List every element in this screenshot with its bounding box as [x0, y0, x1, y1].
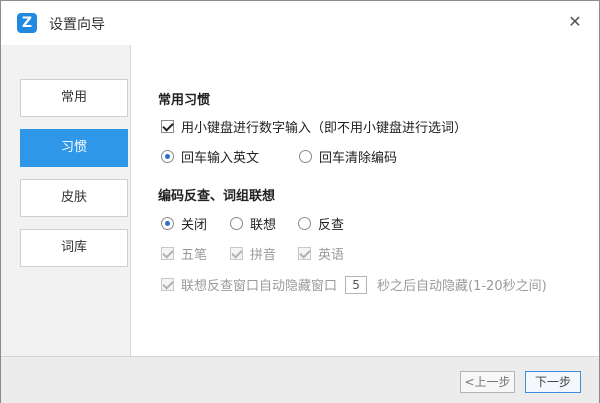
wubi-checkbox[interactable]: [161, 247, 174, 260]
english-row[interactable]: 英语: [298, 244, 344, 263]
pinyin-checkbox[interactable]: [230, 247, 243, 260]
sidebar-item-common[interactable]: 常用: [20, 79, 128, 117]
numpad-option-row[interactable]: 用小键盘进行数字输入（即不用小键盘进行选词）: [161, 117, 467, 136]
autohide-checkbox[interactable]: [161, 278, 174, 291]
autohide-row[interactable]: 联想反查窗口自动隐藏窗口 5 秒之后自动隐藏(1-20秒之间): [161, 275, 547, 294]
reverse-off-label: 关闭: [181, 218, 208, 233]
enter-english-label: 回车输入英文: [181, 151, 260, 166]
section-title-habits: 常用习惯: [158, 93, 211, 108]
wubi-label: 五笔: [181, 248, 208, 263]
sidebar-item-dictionary[interactable]: 词库: [20, 229, 128, 267]
sidebar: 常用 习惯 皮肤 词库: [1, 45, 131, 356]
wubi-row[interactable]: 五笔: [161, 244, 207, 263]
settings-wizard-window: Z 设置向导 ✕ 常用 习惯 皮肤 词库 常用习惯 用小键盘进行数字输入（即不用…: [0, 0, 600, 403]
enter-english-row[interactable]: 回车输入英文: [161, 147, 259, 166]
next-button[interactable]: 下一步: [525, 371, 581, 393]
english-label: 英语: [318, 248, 345, 263]
previous-button[interactable]: <上一步: [460, 371, 515, 393]
numpad-checkbox[interactable]: [161, 120, 174, 133]
enter-english-radio[interactable]: [161, 150, 174, 163]
autohide-seconds-field[interactable]: 5: [345, 275, 368, 294]
autohide-label: 联想反查窗口自动隐藏窗口: [181, 279, 338, 294]
enter-clear-row[interactable]: 回车清除编码: [299, 147, 397, 166]
reverse-lookup-row[interactable]: 反查: [298, 214, 344, 233]
sidebar-item-skin[interactable]: 皮肤: [20, 179, 128, 217]
reverse-assoc-row[interactable]: 联想: [230, 214, 276, 233]
autohide-suffix-label: 秒之后自动隐藏(1-20秒之间): [377, 279, 547, 294]
reverse-assoc-label: 联想: [250, 218, 277, 233]
enter-clear-radio[interactable]: [299, 150, 312, 163]
reverse-lookup-label: 反查: [318, 218, 345, 233]
footer-bar: <上一步 下一步: [1, 356, 599, 403]
reverse-off-row[interactable]: 关闭: [161, 214, 207, 233]
pinyin-label: 拼音: [250, 248, 277, 263]
app-logo-icon: Z: [17, 13, 37, 33]
sidebar-item-habits[interactable]: 习惯: [20, 129, 128, 167]
enter-clear-label: 回车清除编码: [319, 151, 398, 166]
section-title-reverse-lookup: 编码反查、词组联想: [158, 189, 276, 204]
pinyin-row[interactable]: 拼音: [230, 244, 276, 263]
english-checkbox[interactable]: [298, 247, 311, 260]
close-button[interactable]: ✕: [565, 12, 585, 32]
window-title: 设置向导: [49, 17, 105, 33]
title-bar: Z 设置向导 ✕: [1, 1, 599, 45]
numpad-option-label: 用小键盘进行数字输入（即不用小键盘进行选词）: [181, 121, 468, 136]
reverse-assoc-radio[interactable]: [230, 217, 243, 230]
reverse-lookup-radio[interactable]: [298, 217, 311, 230]
reverse-off-radio[interactable]: [161, 217, 174, 230]
